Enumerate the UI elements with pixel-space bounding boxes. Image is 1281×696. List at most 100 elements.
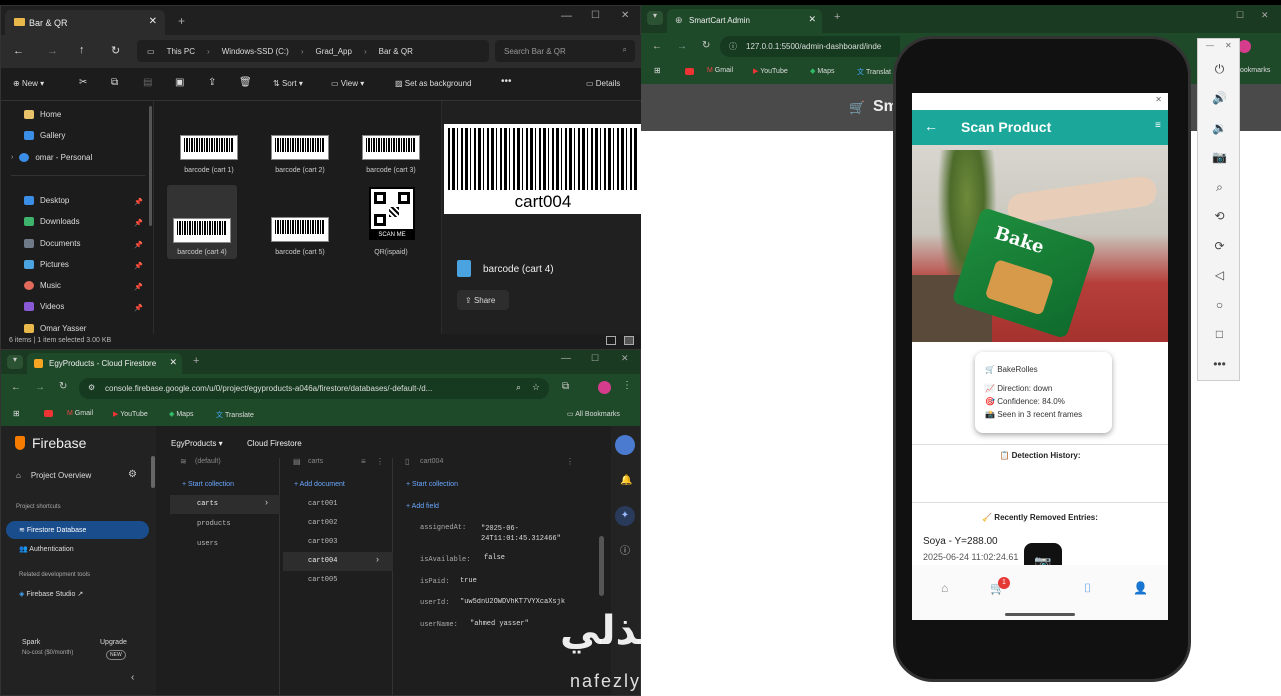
star-icon[interactable]: ☆ xyxy=(532,382,540,393)
back-triangle-icon[interactable]: ◁ xyxy=(1198,262,1241,288)
project-selector[interactable]: EgyProducts ▾ xyxy=(171,439,223,448)
bookmark-gmail[interactable]: M Gmail xyxy=(707,67,733,74)
project-overview-link[interactable]: ⌂ Project Overview xyxy=(16,471,91,480)
file-item[interactable]: barcode (cart 3) xyxy=(351,131,431,183)
bookmark-translate[interactable]: 文 Translate xyxy=(216,410,254,420)
close-window-icon[interactable]: ✕ xyxy=(1261,10,1269,21)
account-avatar[interactable] xyxy=(615,435,635,455)
sidebar-scrollbar[interactable] xyxy=(149,106,152,226)
all-bookmarks[interactable]: ookmarks xyxy=(1240,67,1270,74)
sidebar-item-pictures[interactable]: Pictures xyxy=(24,260,69,269)
url-input[interactable]: ⓘ 127.0.0.1:5500/admin-dashboard/inde xyxy=(720,36,900,57)
document-item[interactable]: cart005 xyxy=(308,576,337,584)
list-item-selected[interactable] xyxy=(170,495,280,514)
upgrade-button[interactable]: Upgrade xyxy=(100,639,127,646)
details-button[interactable]: ▭ Details xyxy=(586,79,620,88)
document-item[interactable]: cart004 xyxy=(308,557,337,565)
youtube-icon[interactable] xyxy=(44,410,53,417)
scan-icon[interactable]: ⌷ xyxy=(1084,581,1091,596)
volume-down-icon[interactable]: 🔉 xyxy=(1198,115,1241,141)
power-icon[interactable]: ⏻ xyxy=(1198,56,1241,82)
bell-icon[interactable]: 🔔 xyxy=(620,475,632,486)
bookmark-maps[interactable]: ◆ Maps xyxy=(810,67,834,75)
add-document-button[interactable]: + Add document xyxy=(294,481,345,488)
back-arrow-icon[interactable]: ← xyxy=(924,118,938,134)
document-item[interactable]: cart003 xyxy=(308,538,337,546)
set-background-button[interactable]: ▨ Set as background xyxy=(395,79,472,88)
explorer-tab[interactable]: Bar & QR ✕ xyxy=(5,10,165,35)
url-input[interactable]: ⚙ console.firebase.google.com/u/0/projec… xyxy=(79,378,549,399)
all-bookmarks[interactable]: ▭ All Bookmarks xyxy=(567,410,620,418)
sidenav-scrollbar[interactable] xyxy=(151,456,155,488)
close-window-icon[interactable]: ✕ xyxy=(621,353,629,364)
fields-scrollbar[interactable] xyxy=(599,536,604,596)
close-icon[interactable]: ✕ xyxy=(1155,95,1162,104)
close-window-icon[interactable]: ✕ xyxy=(621,10,629,21)
share-button[interactable]: ⇪ Share xyxy=(457,290,509,310)
site-info-icon[interactable]: ⓘ xyxy=(729,41,737,52)
close-icon[interactable]: ✕ xyxy=(1225,41,1232,50)
start-collection-button[interactable]: + Start collection xyxy=(406,481,458,488)
bookmark-youtube[interactable]: ▶ YouTube xyxy=(753,67,788,75)
close-icon[interactable]: ✕ xyxy=(808,14,816,25)
file-item[interactable]: barcode (cart 1) xyxy=(169,131,249,183)
document-item[interactable]: cart001 xyxy=(308,500,337,508)
bookmark-gmail[interactable]: M Gmail xyxy=(67,410,93,417)
screenshot-icon[interactable]: 📷 xyxy=(1198,144,1241,170)
breadcrumb-drive[interactable]: Windows-SSD (C:) xyxy=(222,47,289,56)
sidebar-item-omar-yasser[interactable]: Omar Yasser xyxy=(24,324,86,333)
filter-icon[interactable]: ≡ xyxy=(361,457,366,466)
sidebar-item-downloads[interactable]: Downloads xyxy=(24,217,80,226)
sidebar-item-documents[interactable]: Documents xyxy=(24,239,80,248)
document-item[interactable]: cart002 xyxy=(308,519,337,527)
nav-firebase-studio[interactable]: ◈ Firebase Studio ↗ xyxy=(19,590,83,598)
rotate-left-icon[interactable]: ⟲ xyxy=(1198,203,1241,229)
breadcrumb-grad-app[interactable]: Grad_App xyxy=(315,47,351,56)
breadcrumb[interactable]: ▭ This PC › Windows-SSD (C:) › Grad_App › B… xyxy=(137,40,489,62)
bookmark-maps[interactable]: ◆ Maps xyxy=(169,410,193,418)
forward-icon[interactable]: → xyxy=(35,382,45,393)
refresh-icon[interactable]: ↻ xyxy=(702,40,710,51)
profile-icon[interactable]: 👤 xyxy=(1133,581,1148,595)
smartcart-tab[interactable]: ⊕ SmartCart Admin ✕ xyxy=(667,9,822,33)
menu-icon[interactable]: ⋮ xyxy=(622,380,632,391)
refresh-icon[interactable]: ↻ xyxy=(111,44,120,57)
breadcrumb-this-pc[interactable]: This PC xyxy=(167,47,195,56)
cut-icon[interactable]: ✂ xyxy=(79,77,87,88)
collection-item[interactable]: users xyxy=(197,540,218,548)
new-tab-icon[interactable]: + xyxy=(193,355,199,367)
maximize-icon[interactable]: ☐ xyxy=(591,10,600,21)
menu-icon[interactable]: ⋮ xyxy=(376,457,384,466)
file-item-selected[interactable]: barcode (cart 4) xyxy=(167,185,237,259)
bookmark-youtube[interactable]: ▶ YouTube xyxy=(113,410,148,418)
file-item[interactable]: SCAN ME QR(ispaid) xyxy=(351,185,431,259)
menu-icon[interactable]: ≡ xyxy=(1155,120,1161,131)
sidebar-item-music[interactable]: Music xyxy=(24,281,61,290)
details-view-icon[interactable] xyxy=(606,336,616,345)
zoom-icon[interactable]: ⌕ xyxy=(1198,174,1241,200)
breadcrumb-bar-qr[interactable]: Bar & QR xyxy=(379,47,413,56)
back-icon[interactable]: ← xyxy=(652,41,662,52)
apps-grid-icon[interactable]: ⊞ xyxy=(13,409,20,418)
up-icon[interactable]: ↑ xyxy=(79,44,85,56)
sidebar-item-home[interactable]: Home xyxy=(24,110,61,119)
large-icons-view-icon[interactable] xyxy=(624,336,634,345)
help-icon[interactable]: ⓘ xyxy=(620,542,630,557)
more-icon[interactable]: ••• xyxy=(1198,351,1241,377)
home-icon[interactable]: ⌂ xyxy=(941,581,948,595)
rotate-right-icon[interactable]: ⟳ xyxy=(1198,233,1241,259)
overview-square-icon[interactable]: □ xyxy=(1198,321,1241,347)
nav-firestore-database[interactable]: ≋ Firestore Database xyxy=(6,521,149,539)
refresh-icon[interactable]: ↻ xyxy=(59,381,67,392)
sort-button[interactable]: ⇅ Sort ▾ xyxy=(273,79,303,88)
sidebar-item-gallery[interactable]: Gallery xyxy=(24,131,65,140)
site-info-icon[interactable]: ⚙ xyxy=(88,383,95,392)
file-item[interactable]: barcode (cart 5) xyxy=(260,213,340,265)
search-input[interactable]: Search Bar & QR ⌕ xyxy=(495,40,635,62)
minimize-icon[interactable]: — xyxy=(561,10,572,22)
avatar[interactable] xyxy=(598,381,611,394)
new-button[interactable]: ⊕ New ▾ xyxy=(13,79,44,88)
maximize-icon[interactable]: ☐ xyxy=(1236,10,1244,21)
add-field-button[interactable]: + Add field xyxy=(406,503,439,510)
close-icon[interactable]: ✕ xyxy=(149,16,157,27)
